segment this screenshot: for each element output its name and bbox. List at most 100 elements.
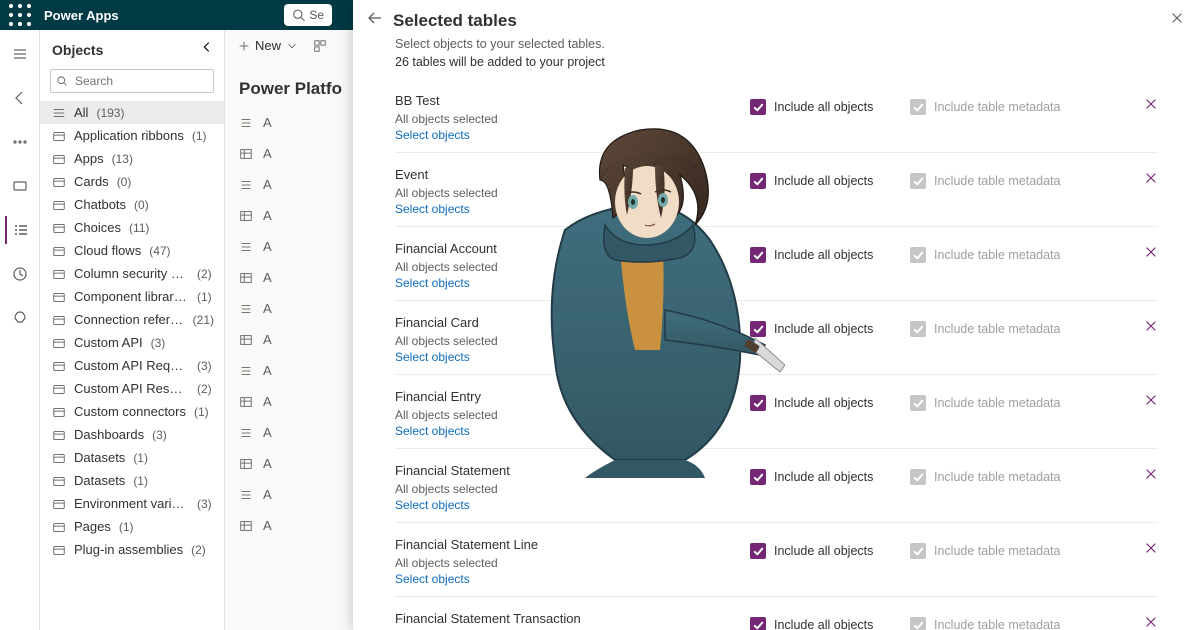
rail-back-icon[interactable] [6, 84, 34, 112]
header-search[interactable]: Se [284, 4, 332, 26]
include-checkbox[interactable] [750, 469, 766, 485]
metadata-label: Include table metadata [934, 618, 1060, 630]
include-checkbox[interactable] [750, 617, 766, 630]
rail-objects-icon[interactable] [5, 216, 33, 244]
rail-history-icon[interactable] [6, 260, 34, 288]
table-selected-text: All objects selected [395, 186, 750, 200]
nav-rail [0, 30, 40, 630]
table-selected-text: All objects selected [395, 112, 750, 126]
panel-body: BB TestAll objects selectedSelect object… [353, 79, 1200, 630]
objects-search[interactable] [50, 69, 214, 93]
sidebar-item[interactable]: Datasets (1) [40, 446, 224, 469]
sidebar-item[interactable]: Plug-in assemblies(2) [40, 538, 224, 561]
sidebar-item-label: Chatbots [74, 197, 126, 212]
remove-icon[interactable] [1144, 245, 1158, 264]
objects-search-input[interactable] [50, 69, 214, 93]
metadata-label: Include table metadata [934, 174, 1060, 188]
include-label: Include all objects [774, 544, 873, 558]
remove-icon[interactable] [1144, 393, 1158, 412]
include-label: Include all objects [774, 396, 873, 410]
objects-title: Objects [52, 42, 103, 58]
metadata-label: Include table metadata [934, 248, 1060, 262]
rail-card-icon[interactable] [6, 172, 34, 200]
sidebar-item[interactable]: Component libraries(1) [40, 285, 224, 308]
select-objects-link[interactable]: Select objects [395, 128, 750, 142]
select-objects-link[interactable]: Select objects [395, 350, 750, 364]
metadata-checkbox[interactable] [910, 543, 926, 559]
include-checkbox[interactable] [750, 99, 766, 115]
sidebar-item[interactable]: Pages(1) [40, 515, 224, 538]
panel-title: Selected tables [393, 11, 517, 31]
back-icon[interactable] [367, 10, 383, 31]
table-row: Financial EntryAll objects selectedSelec… [395, 375, 1158, 449]
sidebar-item-label: Choices [74, 220, 121, 235]
sidebar-item-label: Datasets [74, 450, 125, 465]
rail-more-icon[interactable] [6, 128, 34, 156]
include-checkbox[interactable] [750, 247, 766, 263]
select-objects-link[interactable]: Select objects [395, 276, 750, 290]
new-button[interactable]: New [237, 38, 299, 53]
rail-rocket-icon[interactable] [6, 304, 34, 332]
sidebar-item[interactable]: Custom API(3) [40, 331, 224, 354]
sidebar-item-label: Connection referen... [74, 312, 185, 327]
sidebar-item[interactable]: Cloud flows(47) [40, 239, 224, 262]
rail-hamburger-icon[interactable] [6, 40, 34, 68]
include-label: Include all objects [774, 100, 873, 114]
remove-icon[interactable] [1144, 171, 1158, 190]
metadata-checkbox[interactable] [910, 469, 926, 485]
include-label: Include all objects [774, 322, 873, 336]
sidebar-item[interactable]: Datasets(1) [40, 469, 224, 492]
table-name: Financial Statement Line [395, 537, 750, 552]
metadata-checkbox[interactable] [910, 617, 926, 630]
metadata-checkbox[interactable] [910, 99, 926, 115]
remove-icon[interactable] [1144, 319, 1158, 338]
sidebar-item[interactable]: All(193) [40, 101, 224, 124]
waffle-icon[interactable] [8, 3, 32, 27]
sidebar-item-label: Custom API [74, 335, 143, 350]
include-checkbox[interactable] [750, 395, 766, 411]
sidebar-item-label: Apps [74, 151, 104, 166]
sidebar-item[interactable]: Custom API Request ...(3) [40, 354, 224, 377]
include-label: Include all objects [774, 618, 873, 630]
sidebar-item[interactable]: Chatbots(0) [40, 193, 224, 216]
remove-icon[interactable] [1144, 615, 1158, 630]
include-checkbox[interactable] [750, 321, 766, 337]
select-objects-link[interactable]: Select objects [395, 202, 750, 216]
sidebar-item[interactable]: Custom API Respons...(2) [40, 377, 224, 400]
select-objects-link[interactable]: Select objects [395, 424, 750, 438]
sidebar-item-count: (1) [133, 451, 148, 465]
sidebar-item[interactable]: Custom connectors(1) [40, 400, 224, 423]
remove-icon[interactable] [1144, 541, 1158, 560]
table-row: Financial Statement TransactionAll objec… [395, 597, 1158, 630]
include-checkbox[interactable] [750, 543, 766, 559]
sidebar-item[interactable]: Choices(11) [40, 216, 224, 239]
table-row: Financial StatementAll objects selectedS… [395, 449, 1158, 523]
collapse-icon[interactable] [200, 40, 214, 59]
sidebar-item[interactable]: Application ribbons(1) [40, 124, 224, 147]
sidebar-item-label: Pages [74, 519, 111, 534]
remove-icon[interactable] [1144, 467, 1158, 486]
toolbar-icon-2[interactable] [313, 39, 327, 53]
include-checkbox[interactable] [750, 173, 766, 189]
sidebar-item[interactable]: Cards(0) [40, 170, 224, 193]
select-objects-link[interactable]: Select objects [395, 498, 750, 512]
metadata-checkbox[interactable] [910, 173, 926, 189]
sidebar-item-label: Application ribbons [74, 128, 184, 143]
objects-list: All(193)Application ribbons(1)Apps(13)Ca… [40, 101, 224, 630]
sidebar-item-count: (2) [197, 267, 212, 281]
sidebar-item[interactable]: Apps(13) [40, 147, 224, 170]
table-row: Financial Statement LineAll objects sele… [395, 523, 1158, 597]
sidebar-item[interactable]: Connection referen...(21) [40, 308, 224, 331]
sidebar-item[interactable]: Column security prof...(2) [40, 262, 224, 285]
select-objects-link[interactable]: Select objects [395, 572, 750, 586]
metadata-checkbox[interactable] [910, 247, 926, 263]
sidebar-item[interactable]: Dashboards(3) [40, 423, 224, 446]
table-name: Financial Card [395, 315, 750, 330]
sidebar-item[interactable]: Environment variables(3) [40, 492, 224, 515]
metadata-checkbox[interactable] [910, 395, 926, 411]
remove-icon[interactable] [1144, 97, 1158, 116]
close-icon[interactable] [1170, 11, 1184, 30]
metadata-checkbox[interactable] [910, 321, 926, 337]
sidebar-item-count: (0) [117, 175, 132, 189]
header-search-text: Se [309, 8, 324, 22]
